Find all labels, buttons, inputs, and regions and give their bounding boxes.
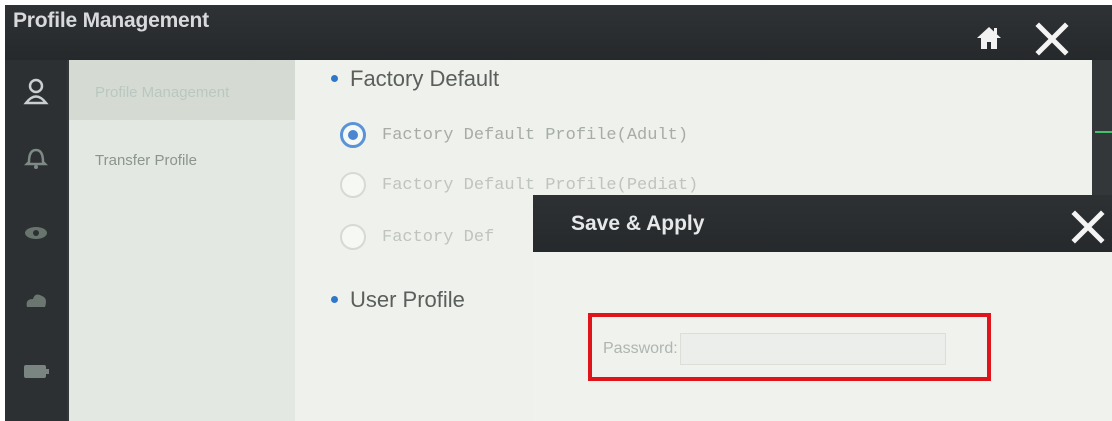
home-icon[interactable] <box>975 25 1003 51</box>
nav-item-label: Transfer Profile <box>95 152 197 169</box>
radio-option-adult[interactable]: Factory Default Profile(Adult) <box>340 118 688 152</box>
title-bar: Profile Management <box>5 5 1112 60</box>
bullet-icon <box>331 74 338 82</box>
password-row: Password: <box>603 333 946 365</box>
password-label: Password: <box>603 340 678 357</box>
bell-icon[interactable] <box>21 142 51 172</box>
icon-rail <box>5 60 67 421</box>
close-icon[interactable] <box>1035 22 1069 56</box>
battery-icon[interactable] <box>21 356 51 386</box>
radio-option-third[interactable]: Factory Def <box>340 220 494 254</box>
window-title: Profile Management <box>13 9 209 32</box>
password-input[interactable] <box>679 333 946 365</box>
radio-label: Factory Def <box>382 227 495 247</box>
radio-label: Factory Default Profile(Adult) <box>382 125 689 145</box>
close-icon[interactable] <box>1070 209 1106 245</box>
save-apply-dialog: Save & Apply Password: <box>533 195 1112 421</box>
radio-button[interactable] <box>340 224 366 250</box>
user-icon[interactable] <box>21 76 51 106</box>
section-heading-user-profile: User Profile <box>331 287 465 313</box>
indicator-line <box>1095 131 1112 133</box>
radio-button[interactable] <box>340 172 366 198</box>
radio-button[interactable] <box>340 122 366 148</box>
nav-item-transfer-profile[interactable]: Transfer Profile <box>69 128 295 188</box>
nav-item-label: Profile Management <box>95 84 230 101</box>
section-heading-factory-default: Factory Default <box>331 66 499 92</box>
dialog-title: Save & Apply <box>571 212 705 235</box>
nav-item-profile-management[interactable]: Profile Management <box>69 60 295 120</box>
cloud-icon[interactable] <box>21 285 51 315</box>
eye-icon[interactable] <box>21 218 51 248</box>
radio-label: Factory Default Profile(Pediat) <box>382 175 699 195</box>
secondary-nav: Profile Management Transfer Profile <box>69 60 295 421</box>
dialog-header: Save & Apply <box>533 195 1112 252</box>
bullet-icon <box>331 295 338 303</box>
